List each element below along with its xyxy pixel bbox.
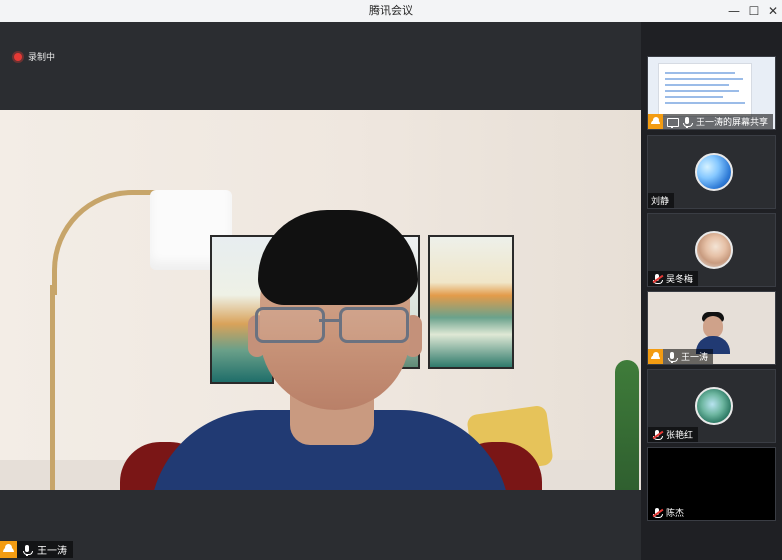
participant-name: 王一涛的屏幕共享 [696, 118, 769, 128]
participant-name: 吴冬梅 [666, 275, 694, 285]
participant-name: 王一涛 [681, 353, 709, 363]
recording-indicator: 录制中 [14, 50, 55, 63]
microphone-muted-icon [651, 273, 664, 285]
participant-person [0, 110, 641, 490]
recording-status-text: 录制中 [28, 53, 56, 63]
participant-name: 陈杰 [666, 509, 685, 519]
recording-dot-icon [14, 52, 22, 61]
tile-label: 刘静 [648, 193, 675, 208]
host-user-icon [648, 349, 663, 364]
main-meeting-area: 录制中 王一涛 [0, 22, 641, 560]
main-speaker-name-tag: 王一涛 [0, 541, 73, 558]
hair [258, 210, 418, 305]
screen-share-icon [666, 116, 679, 128]
microphone-muted-icon [651, 507, 664, 519]
main-speaker-name: 王一涛 [37, 546, 67, 557]
microphone-icon [666, 351, 678, 363]
participant-name: 张艳红 [666, 431, 694, 441]
participant-tile[interactable]: 张艳红 [647, 369, 776, 443]
participant-avatar [695, 231, 733, 269]
close-button[interactable]: ✕ [762, 0, 782, 22]
host-user-icon [0, 541, 17, 558]
screen-share-thumbnail [658, 63, 752, 117]
glasses-right-lens [339, 307, 409, 343]
tile-label: 王一涛的屏幕共享 [648, 114, 774, 129]
minimize-button[interactable]: — [723, 0, 745, 22]
microphone-icon [21, 544, 33, 556]
participant-avatar [695, 153, 733, 191]
participant-tile[interactable]: 刘静 [647, 135, 776, 209]
participant-name: 刘静 [651, 197, 670, 207]
glasses-left-lens [255, 307, 325, 343]
participant-tile[interactable]: 陈杰 [647, 447, 776, 521]
main-video [0, 110, 641, 490]
participants-sidebar: 王一涛的屏幕共享 刘静 吴冬梅 王一涛 张艳红 陈杰 [641, 22, 782, 560]
participant-tile-screen-share[interactable]: 王一涛的屏幕共享 [647, 56, 776, 130]
host-user-icon [648, 114, 663, 129]
participant-avatar [695, 387, 733, 425]
tile-label: 吴冬梅 [648, 271, 699, 286]
microphone-muted-icon [651, 429, 664, 441]
participant-tile[interactable]: 吴冬梅 [647, 213, 776, 287]
participant-video-thumbnail [696, 310, 730, 354]
glasses [255, 307, 415, 347]
window-titlebar: 腾讯会议 — ☐ ✕ [0, 0, 782, 23]
glasses-bridge [319, 319, 339, 322]
tile-label: 张艳红 [648, 427, 699, 442]
window-title: 腾讯会议 [369, 4, 413, 17]
tile-label: 王一涛 [648, 349, 714, 364]
tile-label: 陈杰 [648, 505, 690, 520]
participant-tile-video[interactable]: 王一涛 [647, 291, 776, 365]
microphone-icon [681, 116, 693, 128]
